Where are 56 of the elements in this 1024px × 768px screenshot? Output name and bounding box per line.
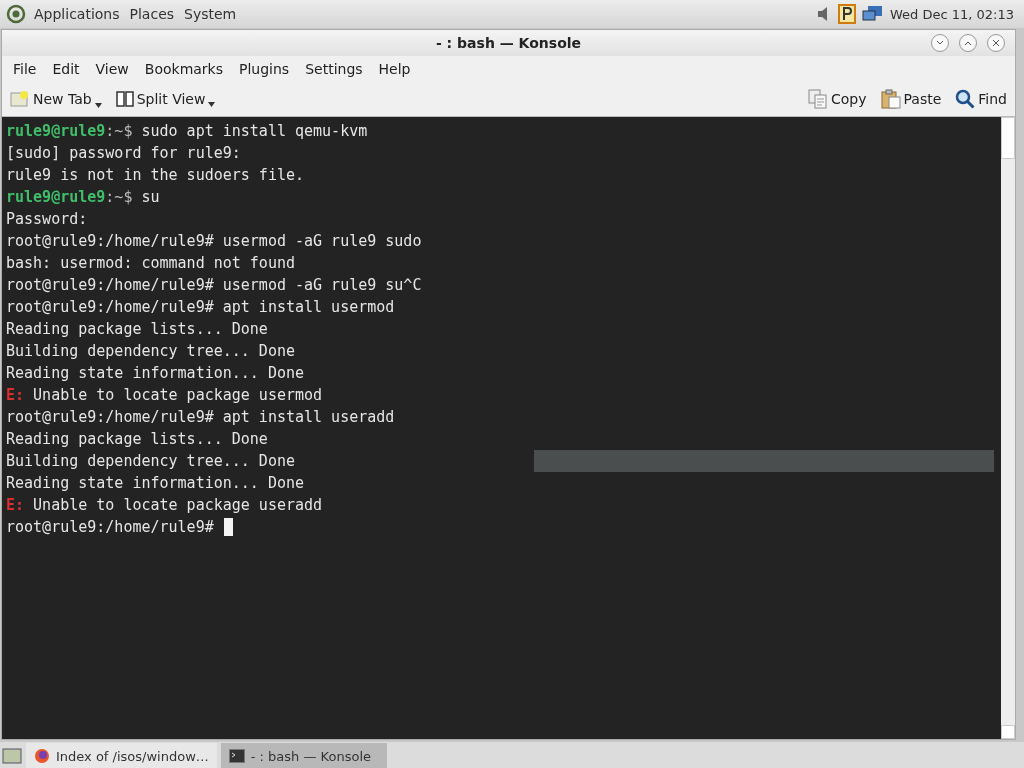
network-icon[interactable] bbox=[861, 5, 884, 23]
taskbar-item[interactable]: Index of /isos/window… bbox=[26, 743, 217, 768]
chevron-up-icon bbox=[964, 40, 972, 46]
terminal-line: root@rule9:/home/rule9# apt install useradd bbox=[6, 407, 395, 428]
toolbar-button[interactable]: Find bbox=[953, 87, 1009, 111]
panel-menu[interactable]: System bbox=[182, 6, 239, 22]
terminal-line: rule9@rule9:~$ sudo apt install qemu-kvm bbox=[6, 121, 368, 142]
p-letter-icon[interactable] bbox=[837, 4, 856, 24]
terminal-line: Reading package lists... Done bbox=[6, 429, 268, 450]
terminal-line: root@rule9:/home/rule9# apt install usermod bbox=[6, 297, 395, 318]
menu-item[interactable]: View bbox=[87, 58, 137, 80]
toolbar-button[interactable]: Paste bbox=[878, 87, 944, 111]
toolbar-button[interactable]: Copy bbox=[806, 87, 869, 111]
menu-item[interactable]: Settings bbox=[297, 58, 371, 80]
taskbar-item[interactable]: - : bash — Konsole bbox=[220, 743, 387, 768]
close-button[interactable] bbox=[987, 34, 1005, 52]
new-tab-icon bbox=[10, 90, 30, 108]
clock[interactable]: Wed Dec 11, 02:13 bbox=[889, 6, 1014, 22]
terminal-line: rule9 is not in the sudoers file. bbox=[6, 165, 304, 186]
menu-item[interactable]: Plugins bbox=[231, 58, 298, 80]
menu-item[interactable]: Edit bbox=[44, 58, 88, 80]
terminal-line: root@rule9:/home/rule9# usermod -aG rule9 su^C bbox=[6, 275, 422, 296]
panel-menu[interactable]: Places bbox=[127, 6, 177, 22]
panel-menu[interactable]: Applications bbox=[32, 6, 122, 22]
toolbar-button[interactable]: New Tab bbox=[8, 88, 104, 110]
caret-icon bbox=[208, 102, 216, 107]
menu-item[interactable]: Bookmarks bbox=[136, 58, 231, 80]
menu-item[interactable]: File bbox=[5, 58, 45, 80]
window-title: - : bash — Konsole bbox=[435, 35, 582, 51]
terminal-line: [sudo] password for rule9: bbox=[6, 143, 241, 164]
distro-logo-icon[interactable] bbox=[6, 4, 26, 24]
terminal-line: root@rule9:/home/rule9# usermod -aG rule9 sudo bbox=[6, 231, 422, 252]
terminal-line: rule9@rule9:~$ su bbox=[6, 187, 160, 208]
copy-icon bbox=[808, 89, 828, 109]
terminal-line: Password: bbox=[6, 209, 88, 230]
toolbar-button[interactable]: Split View bbox=[113, 89, 218, 109]
terminal-line: root@rule9:/home/rule9# bbox=[6, 517, 215, 538]
menu-item[interactable]: Help bbox=[370, 58, 419, 80]
browser-icon bbox=[34, 748, 50, 764]
chevron-down-icon bbox=[936, 40, 944, 46]
terminal-line: Building dependency tree... Done bbox=[6, 451, 295, 472]
terminal-line: bash: usermod: command not found bbox=[6, 253, 295, 274]
search-icon bbox=[955, 89, 976, 109]
terminal-icon bbox=[228, 749, 245, 763]
split-view-icon bbox=[115, 91, 134, 107]
terminal-line: Reading state information... Done bbox=[6, 363, 304, 384]
terminal-line: E: Unable to locate package usermod bbox=[6, 385, 323, 406]
scrollbar[interactable] bbox=[1001, 117, 1015, 739]
close-icon bbox=[992, 39, 1000, 47]
text-cursor bbox=[223, 518, 233, 536]
terminal-line: Building dependency tree... Done bbox=[6, 341, 295, 362]
caret-icon bbox=[94, 103, 102, 108]
clipboard-icon bbox=[880, 89, 901, 109]
terminal-line: E: Unable to locate package useradd bbox=[6, 495, 323, 516]
terminal-line: Reading package lists... Done bbox=[6, 319, 268, 340]
terminal-line: Reading state information... Done bbox=[6, 473, 304, 494]
